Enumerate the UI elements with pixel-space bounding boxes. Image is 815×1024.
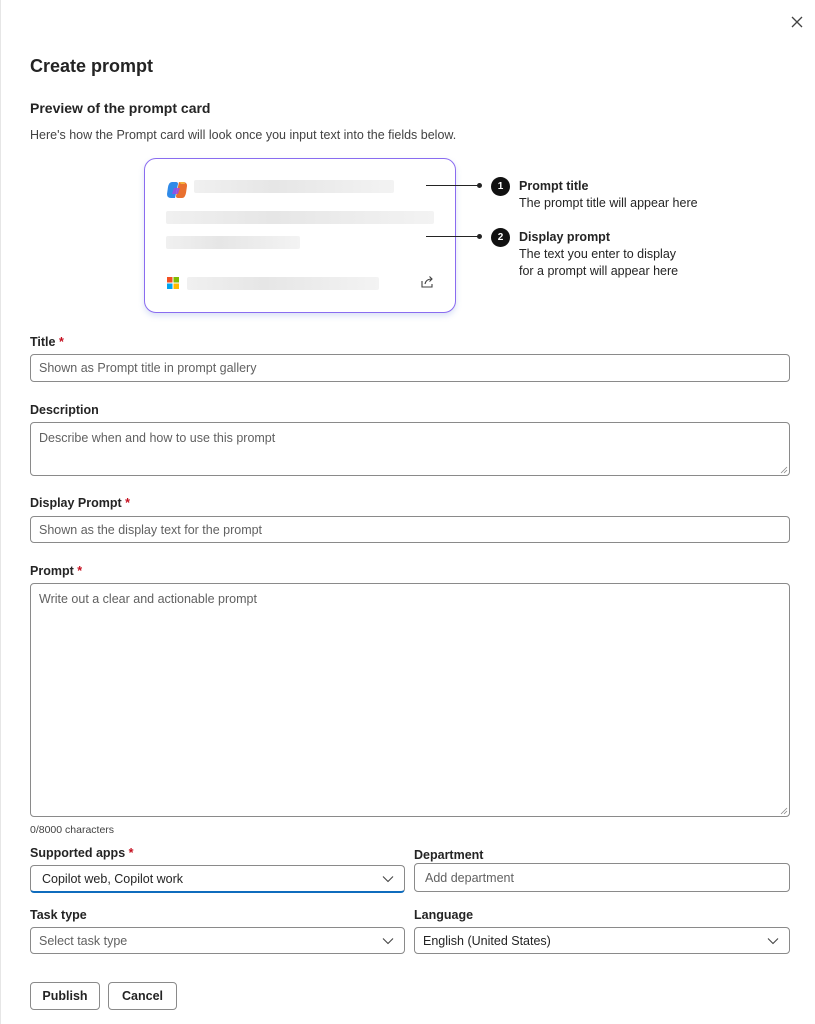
department-placeholder: Add department xyxy=(425,870,514,885)
copilot-logo-icon xyxy=(167,182,187,198)
prompt-label: Prompt * xyxy=(30,564,83,578)
language-value: English (United States) xyxy=(423,933,551,948)
preview-footer-placeholder xyxy=(187,277,379,290)
description-label: Description xyxy=(30,403,99,417)
department-label: Department xyxy=(414,848,484,862)
preview-heading: Preview of the prompt card xyxy=(30,100,211,116)
title-input-placeholder: Shown as Prompt title in prompt gallery xyxy=(39,361,257,375)
preview-helper-text: Here's how the Prompt card will look onc… xyxy=(30,128,457,142)
task-type-label: Task type xyxy=(30,908,87,922)
prompt-textarea[interactable]: Write out a clear and actionable prompt xyxy=(30,583,790,817)
chevron-down-icon xyxy=(382,875,394,882)
supported-apps-dropdown[interactable]: Copilot web, Copilot work xyxy=(30,865,405,893)
share-icon xyxy=(421,276,433,288)
supported-apps-label: Supported apps * xyxy=(30,846,134,860)
create-prompt-dialog: Create prompt Preview of the prompt card… xyxy=(0,0,815,1024)
callout-connector-1 xyxy=(426,185,479,186)
supported-apps-value: Copilot web, Copilot work xyxy=(42,871,184,886)
callout-badge-1: 1 xyxy=(491,177,510,196)
callout-text-2a: The text you enter to display xyxy=(519,247,677,261)
description-textarea[interactable]: Describe when and how to use this prompt xyxy=(30,422,790,476)
title-input[interactable]: Shown as Prompt title in prompt gallery xyxy=(30,354,790,382)
resize-handle-icon[interactable] xyxy=(780,466,788,474)
resize-handle-icon[interactable] xyxy=(780,807,788,815)
task-type-dropdown[interactable]: Select task type xyxy=(30,927,405,954)
preview-prompt-placeholder-line2 xyxy=(166,236,300,249)
language-dropdown[interactable]: English (United States) xyxy=(414,927,790,954)
close-icon[interactable] xyxy=(787,12,807,32)
callout-dot-1 xyxy=(477,183,482,188)
task-type-placeholder: Select task type xyxy=(39,933,128,948)
callout-dot-2 xyxy=(477,234,482,239)
publish-button[interactable]: Publish xyxy=(30,982,100,1010)
preview-prompt-placeholder-line1 xyxy=(166,211,434,224)
prompt-placeholder: Write out a clear and actionable prompt xyxy=(39,592,257,606)
display-prompt-input[interactable]: Shown as the display text for the prompt xyxy=(30,516,790,543)
callout-text-2b: for a prompt will appear here xyxy=(519,264,679,278)
chevron-down-icon xyxy=(382,937,394,944)
display-prompt-label: Display Prompt * xyxy=(30,496,131,510)
chevron-down-icon xyxy=(767,937,779,944)
callout-badge-2: 2 xyxy=(491,228,510,247)
callout-text-1: The prompt title will appear here xyxy=(519,196,698,210)
display-prompt-placeholder: Shown as the display text for the prompt xyxy=(39,522,263,537)
department-input[interactable]: Add department xyxy=(414,863,790,892)
cancel-button[interactable]: Cancel xyxy=(108,982,177,1010)
microsoft-logo-icon xyxy=(167,277,179,289)
preview-title-placeholder xyxy=(194,180,394,193)
description-placeholder: Describe when and how to use this prompt xyxy=(39,431,276,445)
dialog-title: Create prompt xyxy=(30,56,154,76)
callout-connector-2 xyxy=(426,236,479,237)
callout-title-1: Prompt title xyxy=(519,179,589,193)
language-label: Language xyxy=(414,908,474,922)
callout-title-2: Display prompt xyxy=(519,230,610,244)
prompt-character-counter: 0/8000 characters xyxy=(30,824,115,836)
title-label: Title * xyxy=(30,335,64,349)
